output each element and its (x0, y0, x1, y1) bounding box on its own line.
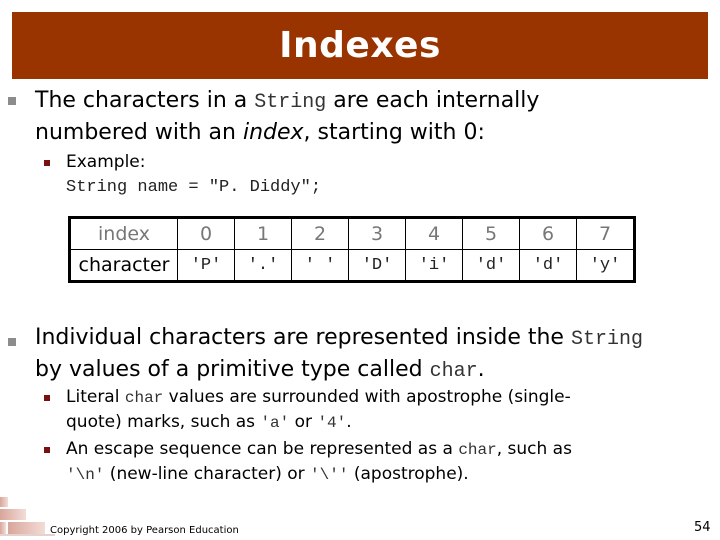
sub-bullet-square-icon (44, 447, 50, 453)
code-text: 'a' (260, 414, 290, 432)
code-text: '4' (317, 414, 347, 432)
sub-bullet-square-icon (44, 395, 50, 401)
index-row: index 0 1 2 3 4 5 6 7 (69, 217, 635, 250)
index-cell: 0 (177, 217, 235, 250)
emphasis-text: index (242, 120, 304, 145)
code-text: String (254, 91, 327, 114)
code-text: '\'' (310, 466, 349, 484)
code-text: char (458, 441, 497, 459)
bullet-2-line-2: by values of a primitive type called cha… (35, 355, 643, 387)
index-cell: 3 (348, 217, 406, 250)
character-cell: ' ' (291, 249, 349, 282)
index-cell: 5 (462, 217, 520, 250)
bullet-1-line-1: The characters in a String are each inte… (35, 86, 539, 118)
text-run: (new-line character) or (104, 464, 311, 484)
bullet-1-text: The characters in a String are each inte… (35, 86, 539, 148)
index-cell: 4 (405, 217, 463, 250)
text-run: or (289, 412, 318, 432)
code-text: char (124, 389, 164, 407)
sub-bullet-literal-line-2: quote) marks, such as 'a' or '4'. (66, 410, 571, 435)
text-run: by values of a primitive type called (35, 357, 430, 382)
index-cell: 2 (291, 217, 349, 250)
index-cell: 1 (234, 217, 292, 250)
sub-bullet-square-icon (44, 160, 50, 166)
text-run: , such as (496, 439, 572, 459)
bullet-2-text: Individual characters are represented in… (35, 323, 643, 387)
character-cell: 'd' (462, 249, 520, 282)
bullet-1-line-2: numbered with an index, starting with 0: (35, 118, 539, 148)
character-cell: 'i' (405, 249, 463, 282)
copyright-text: Copyright 2006 by Pearson Education (50, 525, 239, 536)
text-run: values are surrounded with apostrophe (s… (163, 387, 571, 407)
index-cell: 7 (576, 217, 635, 250)
character-cell: 'd' (519, 249, 577, 282)
sub-bullet-escape-line-1: An escape sequence can be represented as… (66, 437, 572, 462)
character-row: character 'P' '.' ' ' 'D' 'i' 'd' 'd' 'y… (69, 249, 635, 282)
example-label: Example: (66, 152, 146, 172)
text-run: are each internally (326, 88, 540, 113)
character-row-label: character (69, 249, 178, 282)
bullet-2-line-1: Individual characters are represented in… (35, 323, 643, 355)
slide-title: Indexes (279, 25, 441, 66)
index-cell: 6 (519, 217, 577, 250)
text-run: Literal (66, 387, 125, 407)
text-run: . (477, 357, 485, 382)
text-run: , starting with 0: (303, 120, 485, 145)
text-run: An escape sequence can be represented as… (66, 439, 459, 459)
text-run: The characters in a (35, 88, 255, 113)
sub-bullet-escape-text: An escape sequence can be represented as… (66, 437, 572, 487)
text-run: numbered with an (35, 120, 243, 145)
sub-bullet-literal-text: Literal char values are surrounded with … (66, 385, 571, 435)
text-run: Individual characters are represented in… (35, 325, 571, 350)
character-cell: 'P' (177, 249, 235, 282)
sub-bullet-literal-line-1: Literal char values are surrounded with … (66, 385, 571, 410)
index-table: index 0 1 2 3 4 5 6 7 character 'P' '.' … (68, 216, 636, 283)
example-code: String name = "P. Diddy"; (66, 178, 322, 197)
text-run: (apostrophe). (348, 464, 469, 484)
sub-bullet-escape-line-2: '\n' (new-line character) or '\'' (apost… (66, 462, 572, 487)
code-text: String (570, 328, 643, 351)
title-bar: Indexes (12, 12, 708, 79)
index-row-label: index (69, 217, 178, 250)
code-text: char (429, 360, 478, 383)
text-run: quote) marks, such as (66, 412, 261, 432)
character-cell: '.' (234, 249, 292, 282)
character-cell: 'D' (348, 249, 406, 282)
character-cell: 'y' (576, 249, 635, 282)
code-text: '\n' (66, 466, 105, 484)
text-run: . (346, 412, 352, 432)
bullet-square-icon (8, 338, 16, 346)
bullet-square-icon (8, 97, 16, 105)
page-number: 54 (694, 520, 711, 535)
